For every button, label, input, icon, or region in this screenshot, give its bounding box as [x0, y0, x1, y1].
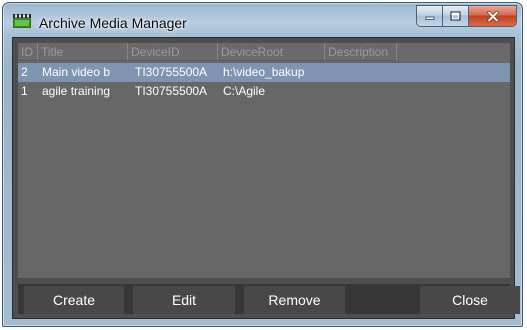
button-bar: Create Edit Remove Close	[18, 284, 520, 314]
close-window-button[interactable]	[469, 6, 516, 26]
close-icon	[486, 10, 499, 22]
row-deviceroot: h:\video_bakup	[223, 65, 305, 79]
row-title: Main video b	[42, 65, 111, 79]
remove-button[interactable]: Remove	[244, 286, 345, 314]
create-button[interactable]: Create	[24, 286, 124, 314]
client-area: ID Title DeviceID DeviceRoot Description…	[12, 37, 520, 319]
column-header-title[interactable]: Title	[38, 43, 128, 61]
window-title: Archive Media Manager	[39, 15, 187, 31]
column-header-id[interactable]: ID	[18, 43, 38, 61]
column-header-description[interactable]: Description	[325, 43, 397, 61]
column-header-deviceroot[interactable]: DeviceRoot	[218, 43, 325, 61]
column-header-deviceid[interactable]: DeviceID	[128, 43, 218, 61]
row-description	[325, 82, 397, 101]
close-button[interactable]: Close	[420, 286, 520, 314]
title-bar[interactable]: Archive Media Manager	[3, 3, 522, 35]
maximize-button[interactable]	[443, 6, 469, 26]
table-row[interactable]: 2 Main video b TI30755500A h:\video_baku…	[18, 63, 510, 82]
row-deviceroot: C:\Agile	[223, 84, 266, 98]
grid-header: ID Title DeviceID DeviceRoot Description	[18, 43, 510, 61]
window-controls	[416, 5, 517, 27]
app-window: Archive Media Manager ID Title DeviceID …	[2, 2, 523, 327]
minimize-button[interactable]	[417, 6, 443, 26]
maximize-icon	[450, 11, 461, 21]
row-title: agile training	[42, 84, 111, 98]
film-clapper-icon	[13, 14, 31, 28]
table-row[interactable]: 1 agile training TI30755500A C:\Agile	[18, 82, 510, 101]
media-grid[interactable]: ID Title DeviceID DeviceRoot Description…	[18, 43, 510, 278]
minimize-icon	[425, 16, 434, 20]
row-deviceid: TI30755500A	[135, 84, 208, 98]
row-deviceid: TI30755500A	[135, 65, 208, 79]
edit-button[interactable]: Edit	[133, 286, 235, 314]
row-description	[325, 63, 397, 82]
